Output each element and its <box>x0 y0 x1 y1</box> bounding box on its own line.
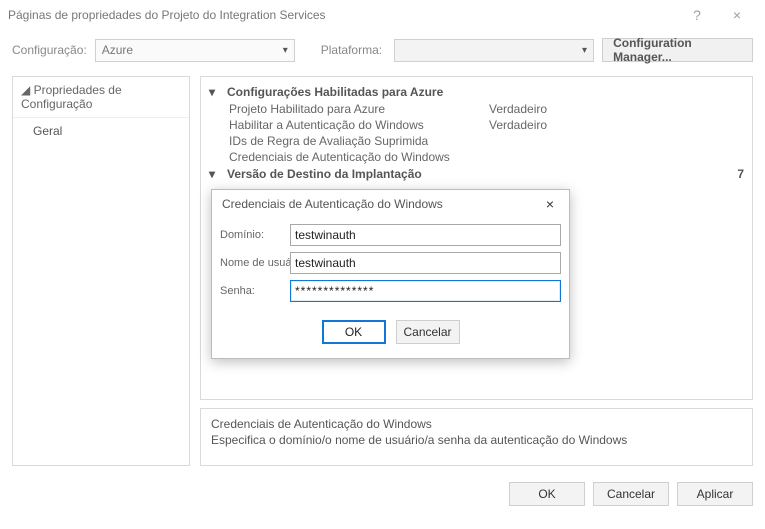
titlebar: Páginas de propriedades do Projeto do In… <box>0 0 765 30</box>
property-row[interactable]: Habilitar a Autenticação do Windows Verd… <box>209 117 744 133</box>
field-row-password: Senha: <box>220 280 561 302</box>
credentials-dialog: Credenciais de Autenticação do Windows ×… <box>211 189 570 359</box>
expander-icon: ◢ <box>21 83 30 97</box>
domain-label: Domínio: <box>220 229 290 241</box>
dialog-cancel-label: Cancelar <box>403 325 451 339</box>
partial-text: 7 <box>731 167 744 181</box>
password-label: Senha: <box>220 285 290 297</box>
dialog-body: Domínio: Nome de usuá Senha: <box>212 218 569 310</box>
property-row[interactable]: Projeto Habilitado para Azure Verdadeiro <box>209 101 744 117</box>
property-row[interactable]: Credenciais de Autenticação do Windows <box>209 149 744 165</box>
chevron-down-icon: ▾ <box>582 45 587 56</box>
section-header-azure[interactable]: ▾ Configurações Habilitadas para Azure <box>209 83 744 101</box>
toolbar: Configuração: Azure ▾ Plataforma: ▾ Conf… <box>0 30 765 76</box>
dialog-cancel-button[interactable]: Cancelar <box>396 320 460 344</box>
password-input[interactable] <box>290 280 561 302</box>
property-value: Verdadeiro <box>489 102 547 116</box>
dialog-titlebar: Credenciais de Autenticação do Windows × <box>212 190 569 218</box>
cancel-label: Cancelar <box>607 487 655 501</box>
description-box: Credenciais de Autenticação do Windows E… <box>200 408 753 466</box>
dialog-ok-button[interactable]: OK <box>322 320 386 344</box>
dialog-footer: OK Cancelar <box>212 310 569 358</box>
help-button[interactable]: ? <box>677 7 717 23</box>
section-title: Versão de Destino da Implantação <box>227 167 422 181</box>
window-close-button[interactable]: × <box>717 7 757 23</box>
dialog-ok-label: OK <box>345 325 362 339</box>
window-title: Páginas de propriedades do Projeto do In… <box>8 8 677 22</box>
chevron-down-icon: ▾ <box>283 45 288 56</box>
property-name: Credenciais de Autenticação do Windows <box>229 150 489 164</box>
dialog-footer: OK Cancelar Aplicar <box>0 474 765 518</box>
platform-select[interactable]: ▾ <box>394 39 594 62</box>
ok-button[interactable]: OK <box>509 482 585 506</box>
chevron-down-icon: ▾ <box>209 85 221 99</box>
property-name: Projeto Habilitado para Azure <box>229 102 489 116</box>
dialog-title: Credenciais de Autenticação do Windows <box>222 197 443 211</box>
property-name: Habilitar a Autenticação do Windows <box>229 118 489 132</box>
nav-tree: ◢ Propriedades de Configuração Geral <box>12 76 190 466</box>
nav-category-label: Propriedades de Configuração <box>21 83 122 111</box>
apply-label: Aplicar <box>697 487 734 501</box>
config-label: Configuração: <box>12 43 87 57</box>
configuration-value: Azure <box>102 43 133 57</box>
nav-item-label: Geral <box>33 124 62 138</box>
property-row[interactable]: IDs de Regra de Avaliação Suprimida <box>209 133 744 149</box>
chevron-down-icon: ▾ <box>209 167 221 181</box>
section-header-deploy-target[interactable]: ▾ Versão de Destino da Implantação 7 <box>209 165 744 183</box>
platform-label: Plataforma: <box>321 43 382 57</box>
configuration-manager-label: Configuration Manager... <box>613 36 742 64</box>
property-name: IDs de Regra de Avaliação Suprimida <box>229 134 489 148</box>
nav-category-header[interactable]: ◢ Propriedades de Configuração <box>13 77 189 118</box>
ok-label: OK <box>538 487 555 501</box>
cancel-button[interactable]: Cancelar <box>593 482 669 506</box>
domain-input[interactable] <box>290 224 561 246</box>
configuration-select[interactable]: Azure ▾ <box>95 39 295 62</box>
field-row-username: Nome de usuá <box>220 252 561 274</box>
apply-button[interactable]: Aplicar <box>677 482 753 506</box>
dialog-close-button[interactable]: × <box>539 196 561 212</box>
configuration-manager-button[interactable]: Configuration Manager... <box>602 38 753 62</box>
section-title: Configurações Habilitadas para Azure <box>227 85 443 99</box>
username-input[interactable] <box>290 252 561 274</box>
nav-item-geral[interactable]: Geral <box>13 118 189 144</box>
description-title: Credenciais de Autenticação do Windows <box>211 417 742 431</box>
property-value: Verdadeiro <box>489 118 547 132</box>
description-body: Especifica o domínio/o nome de usuário/a… <box>211 433 742 447</box>
username-label: Nome de usuá <box>220 257 290 269</box>
field-row-domain: Domínio: <box>220 224 561 246</box>
